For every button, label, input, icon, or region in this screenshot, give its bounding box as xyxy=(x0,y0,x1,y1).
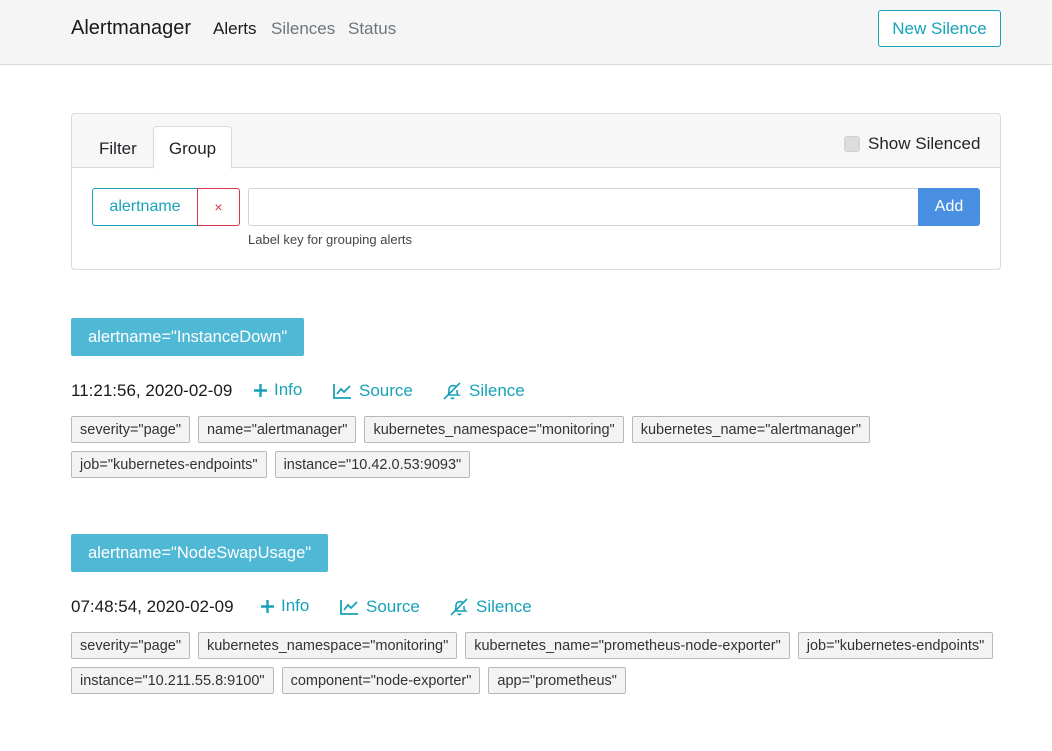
info-label: Info xyxy=(281,596,310,615)
alert-timestamp: 07:48:54, 2020-02-09 xyxy=(71,597,234,616)
label-row: severity="page" kubernetes_namespace="mo… xyxy=(71,632,994,659)
chart-line-icon xyxy=(340,600,358,615)
bell-slash-icon xyxy=(450,598,469,616)
help-text: Label key for grouping alerts xyxy=(248,232,413,247)
filter-card: Filter Group Show Silenced alertname × A… xyxy=(71,113,1001,270)
nav-silences[interactable]: Silences xyxy=(271,19,335,39)
label-tag[interactable]: job="kubernetes-endpoints" xyxy=(71,451,267,478)
plus-icon xyxy=(261,599,274,613)
nav-status[interactable]: Status xyxy=(348,19,396,39)
label-tag[interactable]: kubernetes_name="alertmanager" xyxy=(631,416,870,443)
group-chip-label[interactable]: alertname xyxy=(92,188,197,226)
alert-group-header[interactable]: alertname="InstanceDown" xyxy=(71,318,305,356)
label-row: job="kubernetes-endpoints" instance="10.… xyxy=(71,451,471,478)
label-tag[interactable]: severity="page" xyxy=(71,632,190,659)
brand-logo[interactable]: Alertmanager xyxy=(71,17,191,40)
bell-slash-icon xyxy=(443,382,462,400)
source-button[interactable]: Source xyxy=(340,597,420,617)
source-label: Source xyxy=(359,381,413,400)
close-icon: × xyxy=(214,199,223,215)
silence-label: Silence xyxy=(469,381,525,400)
label-row: instance="10.211.55.8:9100" component="n… xyxy=(71,667,626,694)
label-tag[interactable]: job="kubernetes-endpoints" xyxy=(797,632,994,659)
alert-timestamp: 11:21:56, 2020-02-09 xyxy=(71,381,233,400)
info-button[interactable]: Info xyxy=(261,596,309,616)
silence-button[interactable]: Silence xyxy=(443,381,525,401)
new-silence-button[interactable]: New Silence xyxy=(878,10,1001,47)
label-tag[interactable]: instance="10.211.55.8:9100" xyxy=(71,667,274,694)
label-tag[interactable]: severity="page" xyxy=(71,416,190,443)
show-silenced-label: Show Silenced xyxy=(868,134,981,153)
tab-filter[interactable]: Filter xyxy=(99,139,137,159)
source-label: Source xyxy=(366,597,420,616)
show-silenced-toggle[interactable]: Show Silenced xyxy=(844,134,980,154)
label-tag[interactable]: name="alertmanager" xyxy=(197,416,357,443)
alert-group-header[interactable]: alertname="NodeSwapUsage" xyxy=(71,534,329,572)
info-button[interactable]: Info xyxy=(254,380,302,400)
label-tag[interactable]: app="prometheus" xyxy=(488,667,626,694)
add-button[interactable]: Add xyxy=(918,188,980,226)
show-silenced-checkbox[interactable] xyxy=(844,136,860,152)
info-label: Info xyxy=(274,380,303,399)
source-button[interactable]: Source xyxy=(333,381,413,401)
label-tag[interactable]: instance="10.42.0.53:9093" xyxy=(274,451,471,478)
plus-icon xyxy=(254,383,267,397)
nav-alerts[interactable]: Alerts xyxy=(213,19,256,39)
group-chip: alertname × xyxy=(92,188,240,226)
label-tag[interactable]: component="node-exporter" xyxy=(281,667,481,694)
label-row: severity="page" name="alertmanager" kube… xyxy=(71,416,870,443)
chip-remove-button[interactable]: × xyxy=(197,188,240,226)
label-tag[interactable]: kubernetes_namespace="monitoring" xyxy=(364,416,624,443)
tab-group[interactable]: Group xyxy=(153,126,232,169)
chart-line-icon xyxy=(333,384,351,399)
silence-label: Silence xyxy=(476,597,532,616)
silence-button[interactable]: Silence xyxy=(450,597,532,617)
label-tag[interactable]: kubernetes_name="prometheus-node-exporte… xyxy=(465,632,790,659)
label-tag[interactable]: kubernetes_namespace="monitoring" xyxy=(197,632,458,659)
navbar: Alertmanager Alerts Silences Status New … xyxy=(0,0,1052,65)
filter-card-header: Filter Group Show Silenced xyxy=(72,114,1000,169)
group-label-input[interactable] xyxy=(248,188,918,226)
